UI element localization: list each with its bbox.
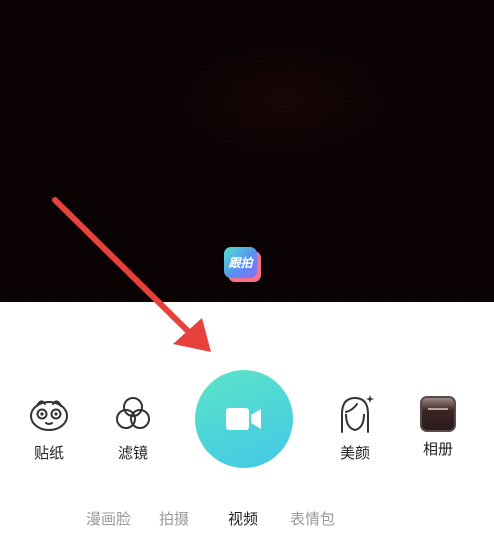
album-thumbnail-icon [420, 396, 456, 432]
beauty-label: 美颜 [339, 444, 370, 462]
tab-comic-face[interactable]: 漫画脸 [86, 508, 131, 529]
beauty-face-icon [341, 395, 374, 433]
mode-tabs: 漫画脸 拍摄 视频 表情包 [0, 508, 494, 530]
sticker-button[interactable]: 贴纸 [19, 392, 79, 463]
album-button[interactable]: 相册 [408, 392, 468, 459]
video-camera-icon [226, 408, 261, 430]
beauty-button[interactable]: 美颜 [325, 392, 385, 463]
filter-button[interactable]: 滤镜 [103, 392, 163, 463]
preview-glow [170, 40, 400, 160]
follow-badge-label: 跟拍 [224, 247, 257, 278]
record-button[interactable] [195, 370, 293, 468]
filter-circles-icon [116, 397, 150, 429]
tab-video[interactable]: 视频 [228, 508, 258, 529]
sticker-label: 贴纸 [33, 444, 64, 462]
tab-emoji-pack[interactable]: 表情包 [290, 508, 335, 529]
album-label: 相册 [422, 440, 453, 458]
follow-shoot-badge[interactable]: 跟拍 [224, 247, 262, 283]
sticker-face-icon [30, 400, 68, 431]
camera-preview: 跟拍 [0, 0, 494, 302]
filter-label: 滤镜 [117, 444, 148, 462]
tab-photo[interactable]: 拍摄 [159, 508, 189, 529]
